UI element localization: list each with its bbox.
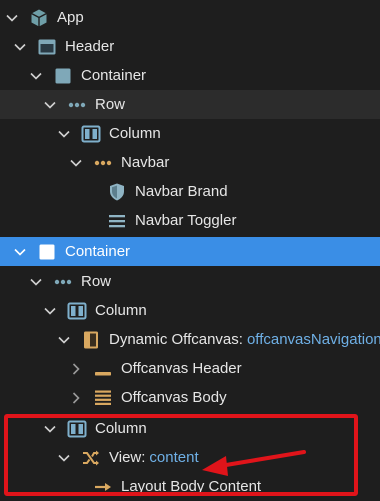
tree-node-label: Dynamic Offcanvas: xyxy=(109,331,243,348)
tree-node-label: Navbar xyxy=(121,154,170,171)
chevron-down-icon[interactable] xyxy=(43,304,57,318)
chevron-right-icon[interactable] xyxy=(69,391,83,405)
tree-node-column[interactable]: Column xyxy=(0,296,380,325)
tree-node-column[interactable]: Column xyxy=(0,119,380,148)
column-icon xyxy=(81,124,101,144)
container-icon xyxy=(37,242,57,262)
tree-node-label: App xyxy=(57,9,84,26)
tree-node-row[interactable]: Row xyxy=(0,267,380,296)
annotation-arrow-icon xyxy=(202,450,306,476)
tree-node-property-value: offcanvasNavigation xyxy=(246,331,380,348)
chevron-down-icon[interactable] xyxy=(57,333,71,347)
tree-node-label: Header xyxy=(65,38,115,55)
tree-node-label: Offcanvas Body xyxy=(121,389,227,406)
chevron-down-icon[interactable] xyxy=(29,69,43,83)
tree-node-navbar-brand[interactable]: Navbar Brand xyxy=(0,177,380,206)
tree-node-navbar[interactable]: Navbar xyxy=(0,148,380,177)
tree-node-label: Container xyxy=(65,243,131,260)
tree-node-label: Row xyxy=(81,273,112,290)
tree-node-header[interactable]: Header xyxy=(0,32,380,61)
chevron-right-icon[interactable] xyxy=(69,362,83,376)
tree-node-app[interactable]: App xyxy=(0,3,380,32)
tree-node-offcanvas-header[interactable]: Offcanvas Header xyxy=(0,354,380,383)
chevron-down-icon[interactable] xyxy=(13,40,27,54)
hamburger-icon xyxy=(107,211,127,231)
offcanvas-body-icon xyxy=(93,388,113,408)
column-icon xyxy=(67,301,87,321)
offcanvas-icon xyxy=(81,330,101,350)
tree-node-row[interactable]: Row xyxy=(0,90,380,119)
row-dots-icon xyxy=(67,95,87,115)
cube-icon xyxy=(29,8,49,28)
chevron-down-icon[interactable] xyxy=(29,275,43,289)
tree-node-label: Navbar Toggler xyxy=(135,212,237,229)
chevron-down-icon[interactable] xyxy=(13,245,27,259)
chevron-down-icon[interactable] xyxy=(69,156,83,170)
tree-node-navbar-toggler[interactable]: Navbar Toggler xyxy=(0,206,380,235)
container-icon xyxy=(53,66,73,86)
tree-node-label: Column xyxy=(109,125,161,142)
offcanvas-header-icon xyxy=(93,359,113,379)
tree-node-offcanvas-body[interactable]: Offcanvas Body xyxy=(0,383,380,412)
tree-node-container[interactable]: Container xyxy=(0,61,380,90)
navbar-dots-icon xyxy=(93,153,113,173)
chevron-down-icon[interactable] xyxy=(57,127,71,141)
chevron-down-icon[interactable] xyxy=(5,11,19,25)
tree-node-label: Row xyxy=(95,96,126,113)
tree-node-dynamic-offcanvas[interactable]: Dynamic Offcanvas: offcanvasNavigation xyxy=(0,325,380,354)
row-dots-icon xyxy=(53,272,73,292)
shield-icon xyxy=(107,182,127,202)
tree-node-label: Navbar Brand xyxy=(135,183,228,200)
header-icon xyxy=(37,37,57,57)
tree-node-label: Container xyxy=(81,67,147,84)
tree-node-container-selected[interactable]: Container xyxy=(0,237,380,266)
chevron-down-icon[interactable] xyxy=(43,98,57,112)
tree-node-label: Column xyxy=(95,302,147,319)
tree-node-label: Offcanvas Header xyxy=(121,360,242,377)
